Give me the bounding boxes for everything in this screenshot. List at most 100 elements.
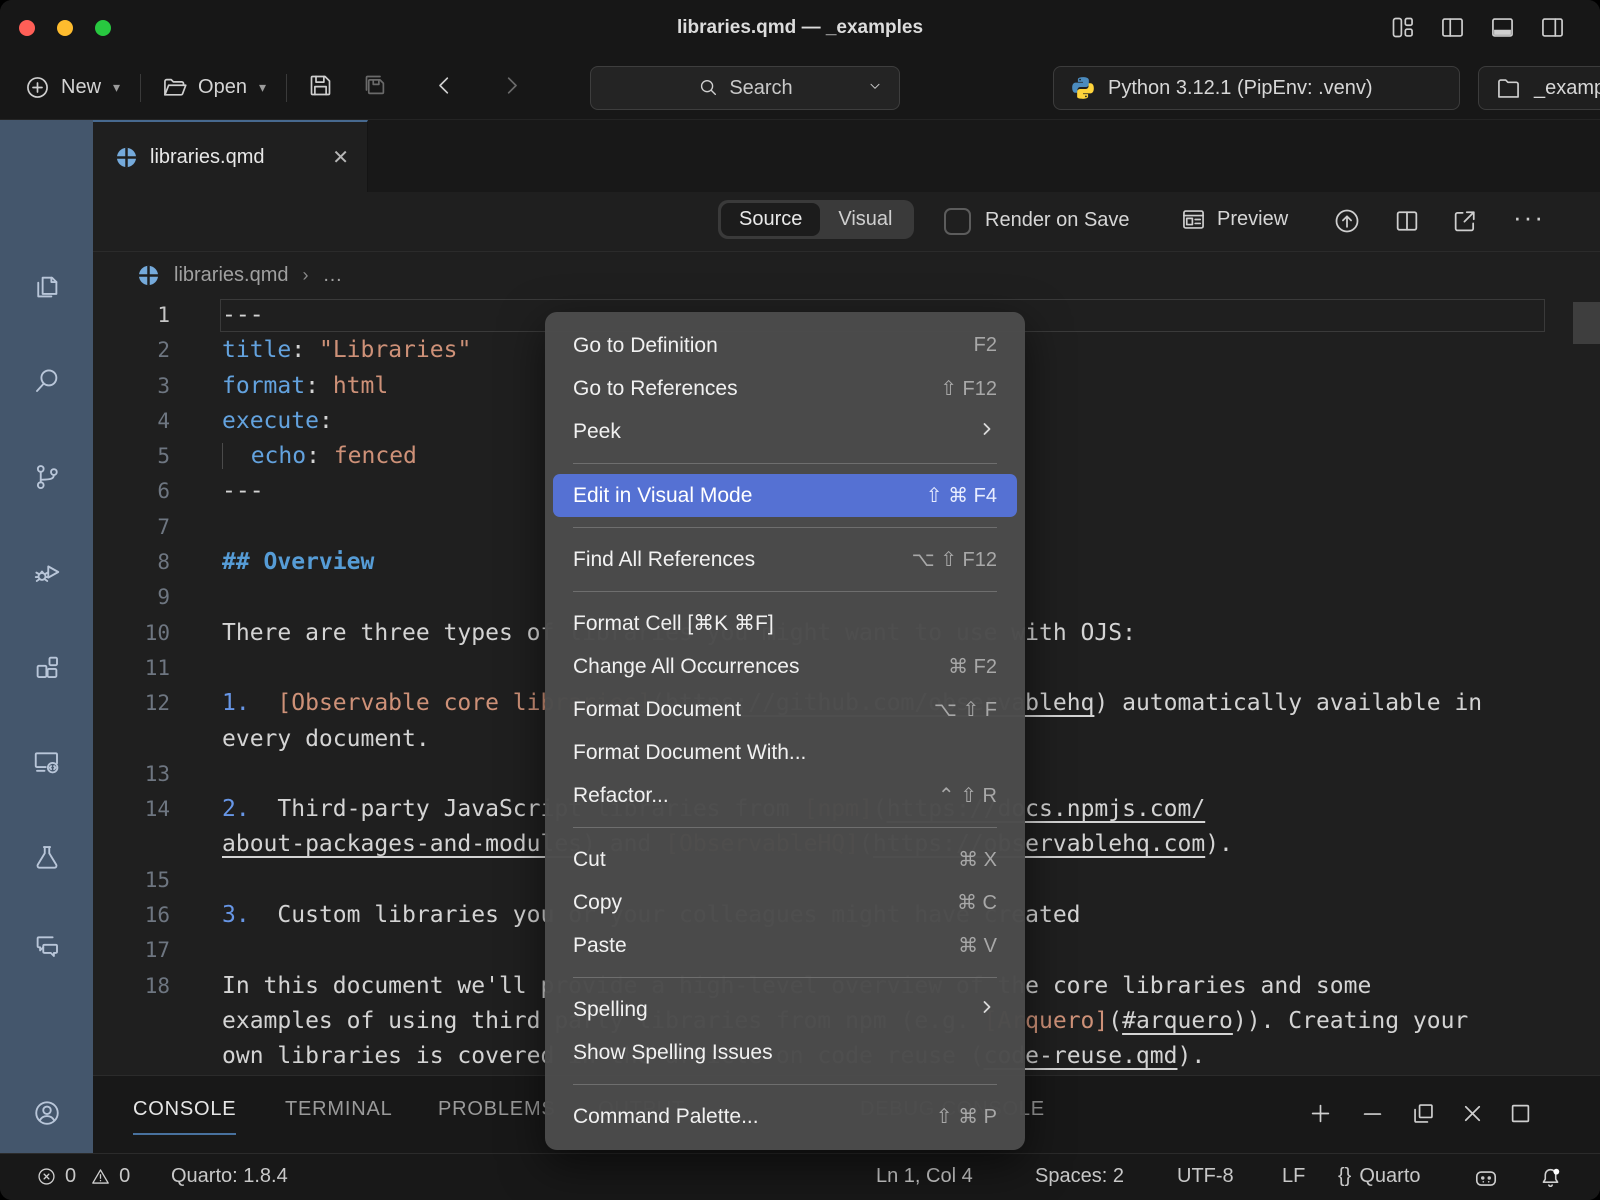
indentation-status[interactable]: Spaces: 2 <box>1035 1165 1124 1188</box>
close-tab-icon[interactable]: ✕ <box>332 145 349 170</box>
menu-item-show-spelling-issues[interactable]: Show Spelling Issues <box>545 1031 1025 1074</box>
app-window: libraries.qmd — _examples New ▾ Open ▾ S… <box>0 0 1600 1200</box>
comments-icon[interactable] <box>32 931 62 961</box>
menu-item-spelling[interactable]: Spelling <box>545 988 1025 1031</box>
more-actions-icon[interactable]: ··· <box>1513 202 1545 233</box>
zoom-window-button[interactable] <box>95 20 111 36</box>
tab-libraries-qmd[interactable]: libraries.qmd ✕ <box>93 120 368 192</box>
extensions-icon[interactable] <box>32 652 62 682</box>
panel-maximize-icon[interactable] <box>1507 1100 1534 1127</box>
search-sidebar-icon[interactable] <box>32 366 62 396</box>
panel-tab-problems[interactable]: PROBLEMS <box>438 1098 556 1133</box>
render-on-save-label: Render on Save <box>985 209 1130 232</box>
minimize-window-button[interactable] <box>57 20 73 36</box>
source-mode-button[interactable]: Source <box>721 203 820 236</box>
panel-restore-icon[interactable] <box>1410 1100 1437 1127</box>
save-button[interactable] <box>307 72 334 104</box>
problems-status[interactable]: 0 0 <box>36 1165 130 1188</box>
panel-close-icon[interactable] <box>1459 1100 1486 1127</box>
save-all-button[interactable] <box>362 72 389 104</box>
account-icon[interactable] <box>32 1098 62 1128</box>
interpreter-selector[interactable]: Python 3.12.1 (PipEnv: .venv) <box>1053 66 1460 110</box>
toggle-panel-icon[interactable] <box>1489 14 1516 46</box>
publish-icon[interactable] <box>1333 207 1361 235</box>
line-number: 2 <box>93 333 170 368</box>
warning-icon <box>90 1166 111 1187</box>
explorer-icon[interactable] <box>32 272 62 302</box>
source-control-icon[interactable] <box>32 462 62 492</box>
search-icon <box>697 77 719 99</box>
breadcrumb-ellipsis[interactable]: … <box>322 264 342 287</box>
preview-button[interactable]: Preview <box>1180 206 1288 233</box>
chevron-left-icon <box>431 72 458 99</box>
customize-layout-icon[interactable] <box>1389 14 1416 46</box>
line-number: 18 <box>93 969 170 1004</box>
plus-circle-icon <box>24 74 51 101</box>
activity-bar <box>0 120 93 1153</box>
navigate-forward-button[interactable] <box>498 72 525 104</box>
submenu-arrow-icon <box>977 419 997 445</box>
remote-explorer-icon[interactable] <box>32 747 62 777</box>
cursor-position-status[interactable]: Ln 1, Col 4 <box>876 1165 973 1188</box>
project-label: _examples <box>1534 77 1600 100</box>
menu-item-peek[interactable]: Peek <box>545 410 1025 453</box>
window-title: libraries.qmd — _examples <box>0 17 1600 39</box>
open-in-new-window-icon[interactable] <box>1451 207 1479 235</box>
line-number <box>93 1004 170 1039</box>
copilot-status[interactable] <box>1473 1165 1499 1191</box>
encoding-status[interactable]: UTF-8 <box>1177 1165 1234 1188</box>
line-number <box>93 722 170 757</box>
panel-minimize-icon[interactable] <box>1359 1100 1386 1127</box>
chevron-down-icon[interactable] <box>867 77 883 100</box>
open-label: Open <box>198 76 247 99</box>
panel-tab-console[interactable]: CONSOLE <box>133 1098 236 1135</box>
navigate-back-button[interactable] <box>431 72 458 104</box>
menu-separator <box>573 463 997 464</box>
menu-item-find-all-references[interactable]: Find All References⌥ ⇧ F12 <box>545 538 1025 581</box>
panel-tab-terminal[interactable]: TERMINAL <box>285 1098 393 1133</box>
quarto-file-icon <box>115 146 138 169</box>
language-mode-status[interactable]: {} Quarto <box>1338 1165 1421 1188</box>
search-input[interactable]: Search <box>590 66 900 110</box>
breadcrumb[interactable]: libraries.qmd › … <box>93 252 1600 298</box>
eol-status[interactable]: LF <box>1282 1165 1305 1188</box>
context-menu: Go to DefinitionF2Go to References⇧ F12P… <box>545 312 1025 1150</box>
testing-beaker-icon[interactable] <box>32 842 62 872</box>
quarto-version-status[interactable]: Quarto: 1.8.4 <box>171 1165 288 1188</box>
menu-item-edit-in-visual-mode[interactable]: Edit in Visual Mode⇧ ⌘ F4 <box>553 474 1017 517</box>
line-number: 11 <box>93 651 170 686</box>
menu-item-cut[interactable]: Cut⌘ X <box>545 838 1025 881</box>
new-button[interactable]: New ▾ <box>24 74 120 101</box>
line-number: 10 <box>93 616 170 651</box>
panel-new-icon[interactable] <box>1307 1100 1334 1127</box>
menu-item-change-all-occurrences[interactable]: Change All Occurrences⌘ F2 <box>545 645 1025 688</box>
breadcrumb-file[interactable]: libraries.qmd <box>174 264 288 287</box>
menu-item-paste[interactable]: Paste⌘ V <box>545 924 1025 967</box>
menu-item-go-to-references[interactable]: Go to References⇧ F12 <box>545 367 1025 410</box>
new-label: New <box>61 76 101 99</box>
editor-scrollbar[interactable] <box>1573 302 1600 344</box>
menu-item-format-document-with[interactable]: Format Document With... <box>545 731 1025 774</box>
language-label: Quarto <box>1359 1165 1420 1188</box>
menu-item-go-to-definition[interactable]: Go to DefinitionF2 <box>545 324 1025 367</box>
notifications-status[interactable] <box>1538 1165 1563 1190</box>
menu-item-format-cell-k-f[interactable]: Format Cell [⌘K ⌘F] <box>545 602 1025 645</box>
menu-item-refactor[interactable]: Refactor...⌃ ⇧ R <box>545 774 1025 817</box>
close-window-button[interactable] <box>19 20 35 36</box>
run-debug-icon[interactable] <box>32 557 62 587</box>
toggle-secondary-sidebar-icon[interactable] <box>1539 14 1566 46</box>
menu-item-command-palette[interactable]: Command Palette...⇧ ⌘ P <box>545 1095 1025 1138</box>
warning-count: 0 <box>119 1165 130 1188</box>
menu-separator <box>573 527 997 528</box>
split-editor-icon[interactable] <box>1393 207 1421 235</box>
render-on-save-checkbox[interactable] <box>944 208 971 235</box>
menu-item-format-document[interactable]: Format Document⌥ ⇧ F <box>545 688 1025 731</box>
visual-mode-button[interactable]: Visual <box>820 203 910 236</box>
open-button[interactable]: Open ▾ <box>161 74 266 101</box>
divider <box>140 74 141 102</box>
project-button[interactable]: _examples <box>1478 66 1600 110</box>
toggle-primary-sidebar-icon[interactable] <box>1439 14 1466 46</box>
status-bar: 0 0 Quarto: 1.8.4 Ln 1, Col 4 Spaces: 2 … <box>0 1153 1600 1200</box>
chevron-right-icon: › <box>302 265 308 286</box>
menu-item-copy[interactable]: Copy⌘ C <box>545 881 1025 924</box>
